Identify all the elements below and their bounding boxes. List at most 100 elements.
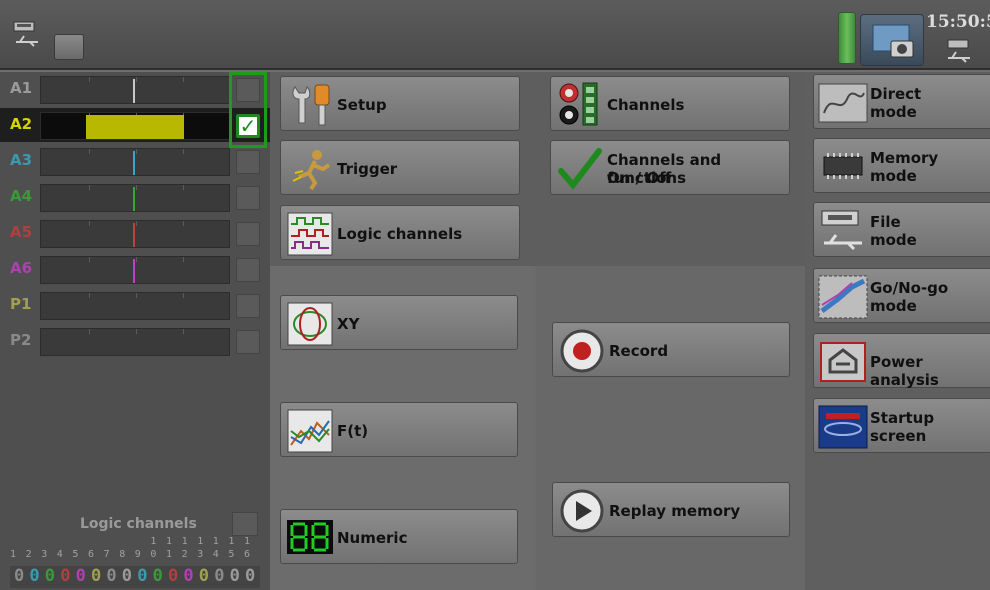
channel-checkbox[interactable]	[236, 222, 260, 246]
channel-checkbox[interactable]	[236, 150, 260, 174]
screenshot-button[interactable]	[860, 14, 924, 66]
channel-offset-marker[interactable]	[133, 187, 135, 211]
track-tick	[136, 329, 137, 334]
camera-icon	[872, 24, 914, 58]
track-tick	[183, 293, 184, 298]
logic-waveform-icon	[287, 212, 333, 256]
file-mode-button[interactable]: File mode	[813, 202, 990, 257]
storage-icon	[54, 34, 84, 60]
channel-row[interactable]: P2	[0, 324, 270, 358]
channel-position-track[interactable]	[40, 184, 230, 212]
channel-position-track[interactable]	[40, 328, 230, 356]
trigger-button[interactable]: Trigger	[280, 140, 520, 195]
numeric-button[interactable]: Numeric	[280, 509, 518, 564]
channel-row[interactable]: A4	[0, 180, 270, 214]
logic-number: 5	[72, 549, 79, 560]
channels-functions-button[interactable]: Channels and functions On / Off	[550, 140, 790, 195]
channel-fill-bar	[86, 115, 184, 139]
channel-name: A1	[10, 79, 33, 97]
track-tick	[183, 221, 184, 226]
track-tick	[89, 293, 90, 298]
channel-position-track[interactable]	[40, 292, 230, 320]
startup-screen-line2: screen	[870, 427, 927, 445]
channel-name: A3	[10, 151, 33, 169]
logic-bit: 0	[121, 566, 133, 586]
channel-row[interactable]: A5	[0, 216, 270, 250]
gonogo-mode-button[interactable]: Go/No-go mode	[813, 268, 990, 323]
channel-row[interactable]: A6	[0, 252, 270, 286]
channel-name: P2	[10, 331, 32, 349]
track-tick	[136, 293, 137, 298]
track-tick	[183, 329, 184, 334]
replay-memory-button[interactable]: Replay memory	[552, 482, 790, 537]
logic-number: 0	[150, 549, 157, 560]
logic-channels-label: Logic channels	[80, 516, 197, 532]
channel-offset-marker[interactable]	[133, 259, 135, 283]
channel-checkbox[interactable]	[236, 294, 260, 318]
memory-chip-icon	[823, 153, 863, 179]
file-mode-line2: mode	[870, 231, 917, 249]
record-icon	[560, 329, 604, 373]
xy-plot-icon	[287, 302, 333, 346]
channel-position-track[interactable]	[40, 148, 230, 176]
channel-name: A4	[10, 187, 33, 205]
track-tick	[183, 149, 184, 154]
track-tick	[89, 77, 90, 82]
channel-position-track[interactable]	[40, 76, 230, 104]
track-tick	[89, 149, 90, 154]
ft-button[interactable]: F(t)	[280, 402, 518, 457]
channel-offset-marker[interactable]	[133, 223, 135, 247]
logic-number-tens: 1	[244, 536, 251, 547]
channel-row[interactable]: P1	[0, 288, 270, 322]
logic-channel-states: 0000000000000000	[10, 566, 260, 588]
direct-mode-button[interactable]: Direct mode	[813, 74, 990, 129]
channel-position-track[interactable]	[40, 256, 230, 284]
setup-button[interactable]: Setup	[280, 76, 520, 131]
gonogo-icon	[818, 275, 868, 319]
channel-offset-marker[interactable]	[133, 79, 135, 103]
channel-checkbox[interactable]	[236, 186, 260, 210]
xy-button[interactable]: XY	[280, 295, 518, 350]
channel-row[interactable]: A3	[0, 144, 270, 178]
logic-number: 8	[119, 549, 126, 560]
logic-bit: 0	[229, 566, 240, 586]
play-icon	[560, 489, 604, 533]
track-tick	[136, 221, 137, 226]
time-plot-icon	[287, 409, 333, 453]
channel-checkbox[interactable]	[236, 258, 260, 282]
logic-number-tens: 1	[150, 536, 157, 547]
clock-time: 15:50:5	[926, 12, 990, 32]
trigger-label: Trigger	[337, 160, 398, 178]
usb-icon	[947, 39, 970, 63]
startup-screen-button[interactable]: Startup screen	[813, 398, 990, 453]
track-tick	[183, 185, 184, 190]
power-analysis-button[interactable]: Power analysis	[813, 333, 990, 389]
channel-checkbox[interactable]	[236, 330, 260, 354]
gonogo-mode-line2: mode	[870, 297, 917, 315]
channel-name: A6	[10, 259, 33, 277]
channel-connectors-icon	[559, 82, 598, 126]
track-tick	[136, 257, 137, 262]
track-tick	[89, 329, 90, 334]
channel-offset-marker[interactable]	[133, 151, 135, 175]
gonogo-mode-line1: Go/No-go	[870, 279, 949, 297]
logic-bit: 0	[245, 566, 256, 586]
logic-channels-checkbox[interactable]	[232, 512, 258, 536]
record-button[interactable]: Record	[552, 322, 790, 377]
track-tick	[183, 257, 184, 262]
main-menu: Setup Trigger Logic channels Channels Ch…	[270, 72, 805, 590]
logic-bit: 0	[60, 566, 71, 586]
numeric-label: Numeric	[337, 529, 408, 547]
usb-icon	[13, 21, 38, 47]
channel-name: P1	[10, 295, 32, 313]
channel-position-track[interactable]	[40, 112, 230, 140]
startup-screen-line1: Startup	[870, 409, 935, 427]
channels-button[interactable]: Channels	[550, 76, 790, 131]
track-tick	[183, 77, 184, 82]
memory-mode-button[interactable]: Memory mode	[813, 138, 990, 193]
channel-position-track[interactable]	[40, 220, 230, 248]
channel-panel: A1 A2 ✓ A3 A4 A5 A6 P1 P2 Logic channels 1111111…	[0, 72, 270, 590]
logic-number: 1	[166, 549, 173, 560]
logic-bit: 0	[214, 566, 225, 586]
logic-channels-button[interactable]: Logic channels	[280, 205, 520, 260]
